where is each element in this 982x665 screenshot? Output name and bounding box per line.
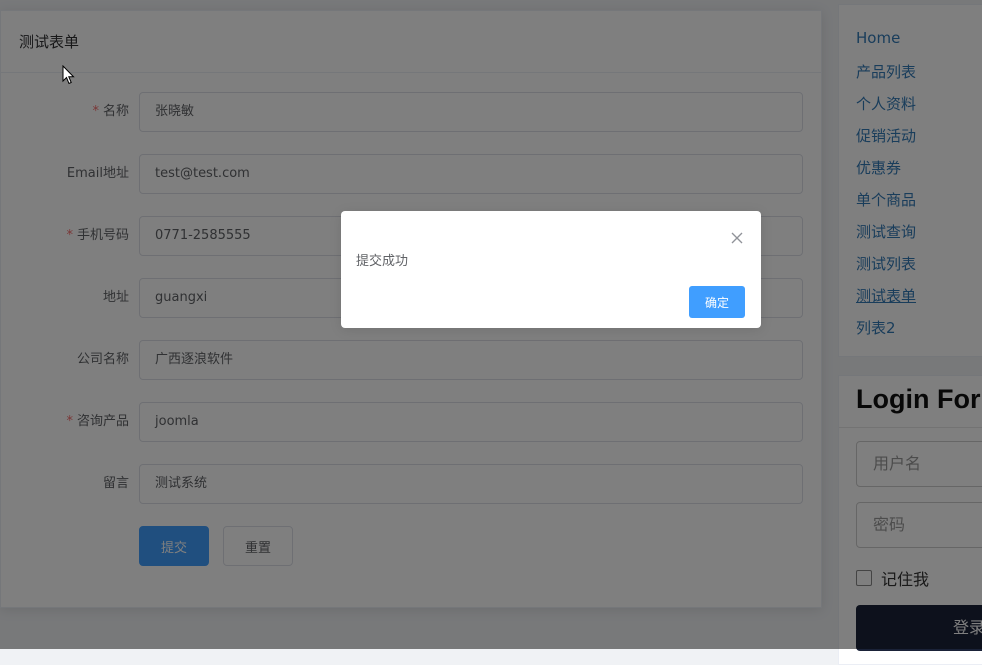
mouse-cursor-icon xyxy=(62,65,75,85)
dialog-message: 提交成功 xyxy=(356,254,409,269)
close-icon[interactable] xyxy=(730,231,744,245)
message-dialog: 提交成功 确定 xyxy=(341,211,761,328)
confirm-button[interactable]: 确定 xyxy=(689,286,745,318)
